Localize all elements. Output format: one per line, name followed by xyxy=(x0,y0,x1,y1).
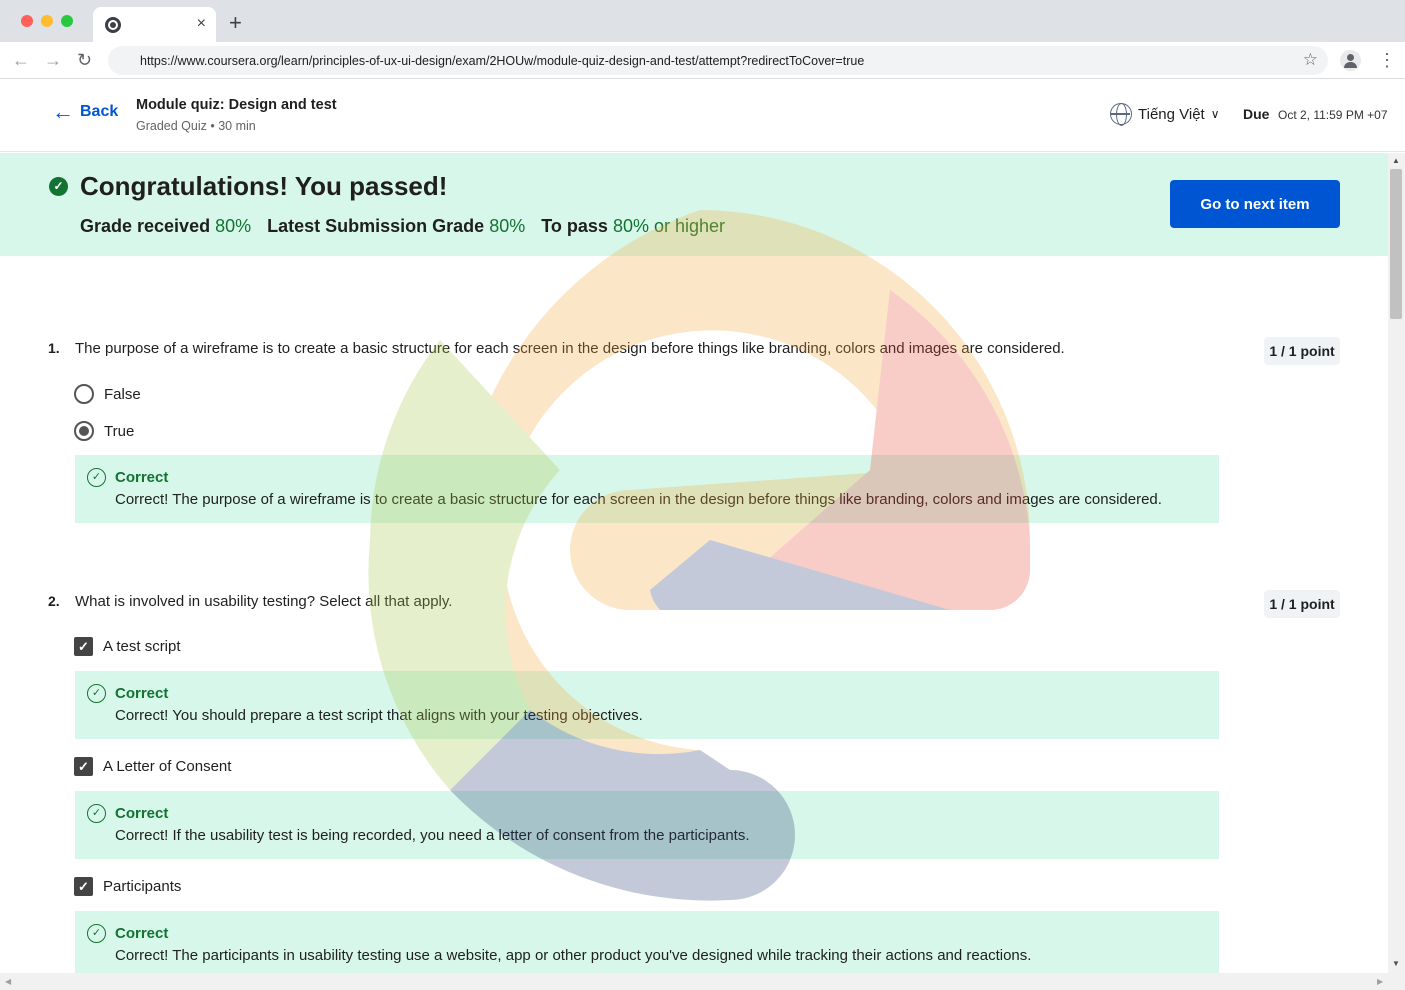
due-date: Oct 2, 11:59 PM +07 xyxy=(1278,108,1388,122)
radio-button-selected[interactable] xyxy=(74,421,94,441)
checkbox-checked[interactable]: ✓ xyxy=(74,877,93,896)
checkbox-checked[interactable]: ✓ xyxy=(74,637,93,656)
feedback-text: Correct! You should prepare a test scrip… xyxy=(115,707,643,724)
back-label: Back xyxy=(80,103,119,120)
question-number: 1. xyxy=(48,340,60,356)
points-badge: 1 / 1 point xyxy=(1264,590,1340,618)
feedback-text: Correct! The participants in usability t… xyxy=(115,947,1032,964)
chrome-icon xyxy=(105,17,121,33)
feedback-correct: ✓ Correct Correct! The purpose of a wire… xyxy=(75,455,1219,523)
feedback-correct: ✓ Correct Correct! The participants in u… xyxy=(75,911,1219,973)
check-circle-outline-icon: ✓ xyxy=(87,924,106,943)
browser-tab-bar: × + xyxy=(0,0,1405,42)
url-text: https://www.coursera.org/learn/principle… xyxy=(140,54,865,68)
back-arrow-icon: ← xyxy=(52,99,74,124)
feedback-text: Correct! The purpose of a wireframe is t… xyxy=(115,491,1162,508)
grade-summary: Grade received 80% Latest Submission Gra… xyxy=(80,216,725,237)
checkbox-checked[interactable]: ✓ xyxy=(74,757,93,776)
option-test-script[interactable]: ✓ A test script xyxy=(74,637,181,656)
question-text: The purpose of a wireframe is to create … xyxy=(75,340,1065,357)
option-letter-of-consent[interactable]: ✓ A Letter of Consent xyxy=(74,757,231,776)
chevron-down-icon: ∨ xyxy=(1210,107,1220,121)
option-false[interactable]: False xyxy=(74,384,141,404)
forward-arrow-icon[interactable]: → xyxy=(44,50,62,70)
horizontal-scrollbar[interactable]: ◀ ▶ xyxy=(0,973,1405,990)
new-tab-icon[interactable]: + xyxy=(229,12,242,34)
feedback-title: Correct xyxy=(115,925,169,942)
url-input[interactable]: https://www.coursera.org/learn/principle… xyxy=(108,46,1328,75)
feedback-title: Correct xyxy=(115,685,169,702)
option-label: Participants xyxy=(103,878,182,895)
window-maximize-button[interactable] xyxy=(61,15,73,27)
window-minimize-button[interactable] xyxy=(41,15,53,27)
window-close-button[interactable] xyxy=(21,15,33,27)
option-label: False xyxy=(104,385,141,403)
points-badge: 1 / 1 point xyxy=(1264,337,1340,365)
question-text: What is involved in usability testing? S… xyxy=(75,593,453,610)
feedback-text: Correct! If the usability test is being … xyxy=(115,827,750,844)
check-circle-outline-icon: ✓ xyxy=(87,804,106,823)
go-to-next-item-button[interactable]: Go to next item xyxy=(1170,180,1340,228)
scroll-down-icon[interactable]: ▼ xyxy=(1392,959,1400,968)
check-circle-outline-icon: ✓ xyxy=(87,684,106,703)
browser-tab[interactable]: × xyxy=(93,7,216,42)
kebab-menu-icon[interactable]: ⋮ xyxy=(1378,50,1396,70)
option-label: A test script xyxy=(103,638,181,655)
globe-icon xyxy=(1110,103,1132,126)
scrollbar-thumb[interactable] xyxy=(1390,169,1402,319)
star-icon[interactable]: ☆ xyxy=(1303,50,1318,70)
result-title: Congratulations! You passed! xyxy=(80,171,448,201)
option-label: A Letter of Consent xyxy=(103,758,232,775)
back-link[interactable]: ← Back xyxy=(52,99,119,124)
vertical-scrollbar[interactable]: ▲ ▼ xyxy=(1388,153,1405,973)
feedback-title: Correct xyxy=(115,805,169,822)
reload-icon[interactable]: ↻ xyxy=(77,50,92,70)
grade-received: Grade received 80% xyxy=(80,216,252,236)
radio-button[interactable] xyxy=(74,384,94,404)
scroll-left-icon[interactable]: ◀ xyxy=(5,977,11,986)
close-tab-icon[interactable]: × xyxy=(197,15,206,33)
option-participants[interactable]: ✓ Participants xyxy=(74,877,181,896)
scroll-right-icon[interactable]: ▶ xyxy=(1377,977,1383,986)
question-number: 2. xyxy=(48,593,60,609)
latest-submission-grade: Latest Submission Grade 80% xyxy=(267,216,526,236)
back-arrow-icon[interactable]: ← xyxy=(12,50,30,70)
browser-address-bar: ← → ↻ https://www.coursera.org/learn/pri… xyxy=(0,42,1405,79)
option-label: True xyxy=(104,422,135,440)
feedback-correct: ✓ Correct Correct! You should prepare a … xyxy=(75,671,1219,739)
feedback-title: Correct xyxy=(115,469,169,486)
profile-icon[interactable] xyxy=(1340,50,1361,71)
scroll-up-icon[interactable]: ▲ xyxy=(1392,156,1400,165)
quiz-content: 1. The purpose of a wireframe is to crea… xyxy=(0,256,1388,973)
check-circle-icon: ✓ xyxy=(49,177,68,196)
page-title: Module quiz: Design and test xyxy=(136,97,337,113)
option-true[interactable]: True xyxy=(74,421,134,441)
page-header: ← Back Module quiz: Design and test Grad… xyxy=(0,79,1405,152)
feedback-correct: ✓ Correct Correct! If the usability test… xyxy=(75,791,1219,859)
to-pass-grade: To pass 80% or higher xyxy=(541,216,726,236)
check-circle-outline-icon: ✓ xyxy=(87,468,106,487)
result-banner: ✓ Congratulations! You passed! Grade rec… xyxy=(0,153,1388,256)
language-selector[interactable]: Tiếng Việt ∨ xyxy=(1110,103,1220,126)
page-subtitle: Graded Quiz • 30 min xyxy=(136,119,256,133)
language-label: Tiếng Việt xyxy=(1138,105,1205,123)
due-label: Due xyxy=(1243,106,1270,122)
